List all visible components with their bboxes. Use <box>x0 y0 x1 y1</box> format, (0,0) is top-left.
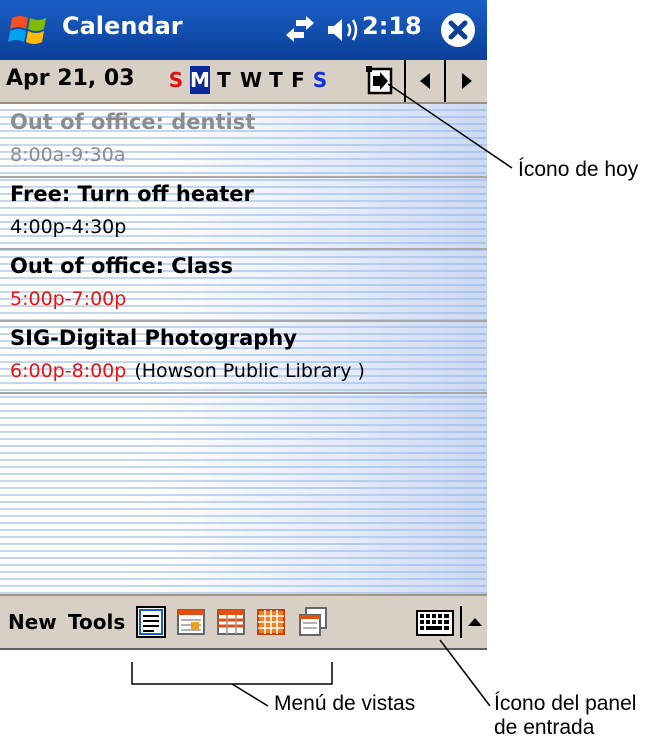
input-panel-arrow[interactable] <box>460 606 488 638</box>
appointment-item[interactable]: Free: Turn off heater 4:00p-4:30p <box>0 176 487 250</box>
date-bar: Apr 21, 03 S M T W T F S <box>0 60 487 104</box>
clock[interactable]: 2:18 <box>362 12 422 40</box>
callout-input-panel-line1: Ícono del panel <box>494 692 637 715</box>
next-button[interactable] <box>444 60 488 102</box>
command-bar: New Tools <box>0 594 487 650</box>
app-title: Calendar <box>62 12 183 40</box>
day-sunday[interactable]: S <box>166 66 186 94</box>
previous-button[interactable] <box>404 60 444 102</box>
day-view-icon[interactable] <box>176 606 206 638</box>
new-menu[interactable]: New <box>8 610 57 634</box>
appointment-title: Out of office: dentist <box>10 110 256 134</box>
appointment-title: SIG-Digital Photography <box>10 326 297 350</box>
callout-input-panel-line2: de entrada <box>494 716 595 739</box>
appointment-item[interactable]: SIG-Digital Photography 6:00p-8:00p (Hows… <box>0 320 487 394</box>
year-view-icon[interactable] <box>298 606 328 638</box>
callout-views-menu: Menú de vistas <box>274 692 416 715</box>
start-menu-icon[interactable] <box>8 10 52 50</box>
pocketpc-screen: Calendar 2:18 Apr 21, 03 S M T W T F S O… <box>0 0 487 650</box>
title-bar: Calendar 2:18 <box>0 0 487 60</box>
today-icon[interactable] <box>366 64 394 96</box>
week-view-icon[interactable] <box>216 606 246 638</box>
appointment-item[interactable]: Out of office: dentist 8:00a-9:30a <box>0 104 487 178</box>
day-wednesday[interactable]: W <box>240 66 262 94</box>
day-thursday[interactable]: T <box>266 66 286 94</box>
appointment-time-row: 6:00p-8:00p (Howson Public Library ) <box>10 360 365 382</box>
close-button[interactable] <box>438 10 478 50</box>
appointment-title: Out of office: Class <box>10 254 234 278</box>
day-saturday[interactable]: S <box>310 66 330 94</box>
arrow-right-icon <box>462 73 472 89</box>
appointment-time: 8:00a-9:30a <box>10 144 126 166</box>
agenda-view-icon[interactable] <box>136 606 166 638</box>
day-monday[interactable]: M <box>190 66 210 94</box>
month-view-icon[interactable] <box>256 606 286 638</box>
agenda-list[interactable]: Out of office: dentist 8:00a-9:30a Free:… <box>0 104 487 594</box>
arrow-up-icon <box>468 618 482 626</box>
connectivity-icon[interactable] <box>282 14 318 44</box>
arrow-left-icon <box>420 73 430 89</box>
volume-icon[interactable] <box>326 16 360 44</box>
day-tuesday[interactable]: T <box>214 66 234 94</box>
tools-menu[interactable]: Tools <box>68 610 125 634</box>
day-friday[interactable]: F <box>288 66 308 94</box>
appointment-item[interactable]: Out of office: Class 5:00p-7:00p <box>0 248 487 322</box>
appointment-title: Free: Turn off heater <box>10 182 254 206</box>
appointment-location: (Howson Public Library ) <box>134 360 365 382</box>
keyboard-icon[interactable] <box>416 610 454 636</box>
appointment-time: 4:00p-4:30p <box>10 216 127 238</box>
appointment-time: 5:00p-7:00p <box>10 288 127 310</box>
callout-today-icon: Ícono de hoy <box>518 158 639 181</box>
current-date[interactable]: Apr 21, 03 <box>6 66 135 91</box>
appointment-time: 6:00p-8:00p <box>10 360 127 382</box>
